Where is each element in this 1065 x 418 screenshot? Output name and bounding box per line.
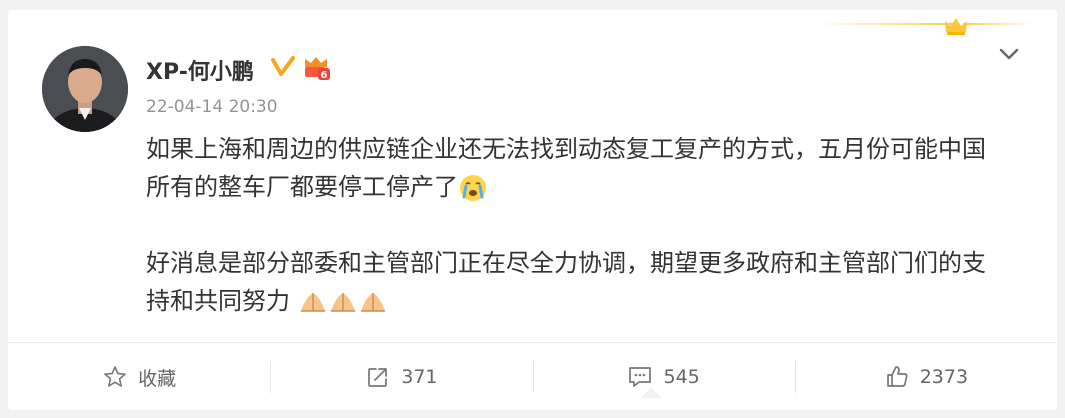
content-text: 所有的整车厂都要停工停产了 <box>146 173 458 201</box>
comment-button[interactable]: 545 <box>532 343 795 411</box>
repost-count: 371 <box>401 366 438 388</box>
like-icon <box>886 366 908 387</box>
member-badge-icon[interactable]: 6 <box>301 55 331 81</box>
content-line: 好消息是部分部委和主管部门正在尽全力协调，期望更多政府和主管部门们的支 <box>146 249 986 277</box>
decor-line-left <box>817 23 957 25</box>
star-icon <box>104 366 126 387</box>
chevron-down-icon[interactable] <box>997 44 1021 64</box>
post-timestamp[interactable]: 22-04-14 20:30 <box>146 97 278 117</box>
post-card: XP-何小鹏 6 22-04-14 20:30 如果上海和周边的供应链企业还无法… <box>8 10 1057 410</box>
avatar[interactable] <box>42 46 128 132</box>
praying-hands-icon <box>330 293 355 312</box>
svg-text:6: 6 <box>321 70 328 81</box>
post-content: 如果上海和周边的供应链企业还无法找到动态复工复产的方式，五月份可能中国 所有的整… <box>146 130 1036 320</box>
comment-count: 545 <box>663 366 700 388</box>
like-button[interactable]: 2373 <box>794 343 1057 411</box>
favorite-label: 收藏 <box>138 367 177 390</box>
praying-hands-icon <box>300 293 325 312</box>
content-line-with-emoji: 所有的整车厂都要停工停产了 <box>146 168 1036 206</box>
praying-hands-group <box>290 287 388 315</box>
avatar-photo <box>42 46 128 132</box>
content-line: 如果上海和周边的供应链企业还无法找到动态复工复产的方式，五月份可能中国 <box>146 135 986 163</box>
username[interactable]: XP-何小鹏 <box>146 54 254 86</box>
repost-button[interactable]: 371 <box>270 343 532 411</box>
crown-icon <box>945 18 967 35</box>
repost-icon <box>368 368 388 387</box>
content-text: 持和共同努力 <box>146 287 290 315</box>
crying-emoji-icon <box>460 175 486 201</box>
comment-pointer-inner <box>642 389 660 398</box>
post-actions: 收藏 371 545 2373 <box>8 342 1057 411</box>
verified-icon <box>271 56 295 76</box>
content-line-with-emoji: 持和共同努力 <box>146 282 1036 320</box>
praying-hands-icon <box>360 293 385 312</box>
like-count: 2373 <box>919 366 969 388</box>
decor-line-right <box>963 23 1033 25</box>
favorite-button[interactable]: 收藏 <box>8 343 270 411</box>
comment-icon <box>629 367 652 387</box>
